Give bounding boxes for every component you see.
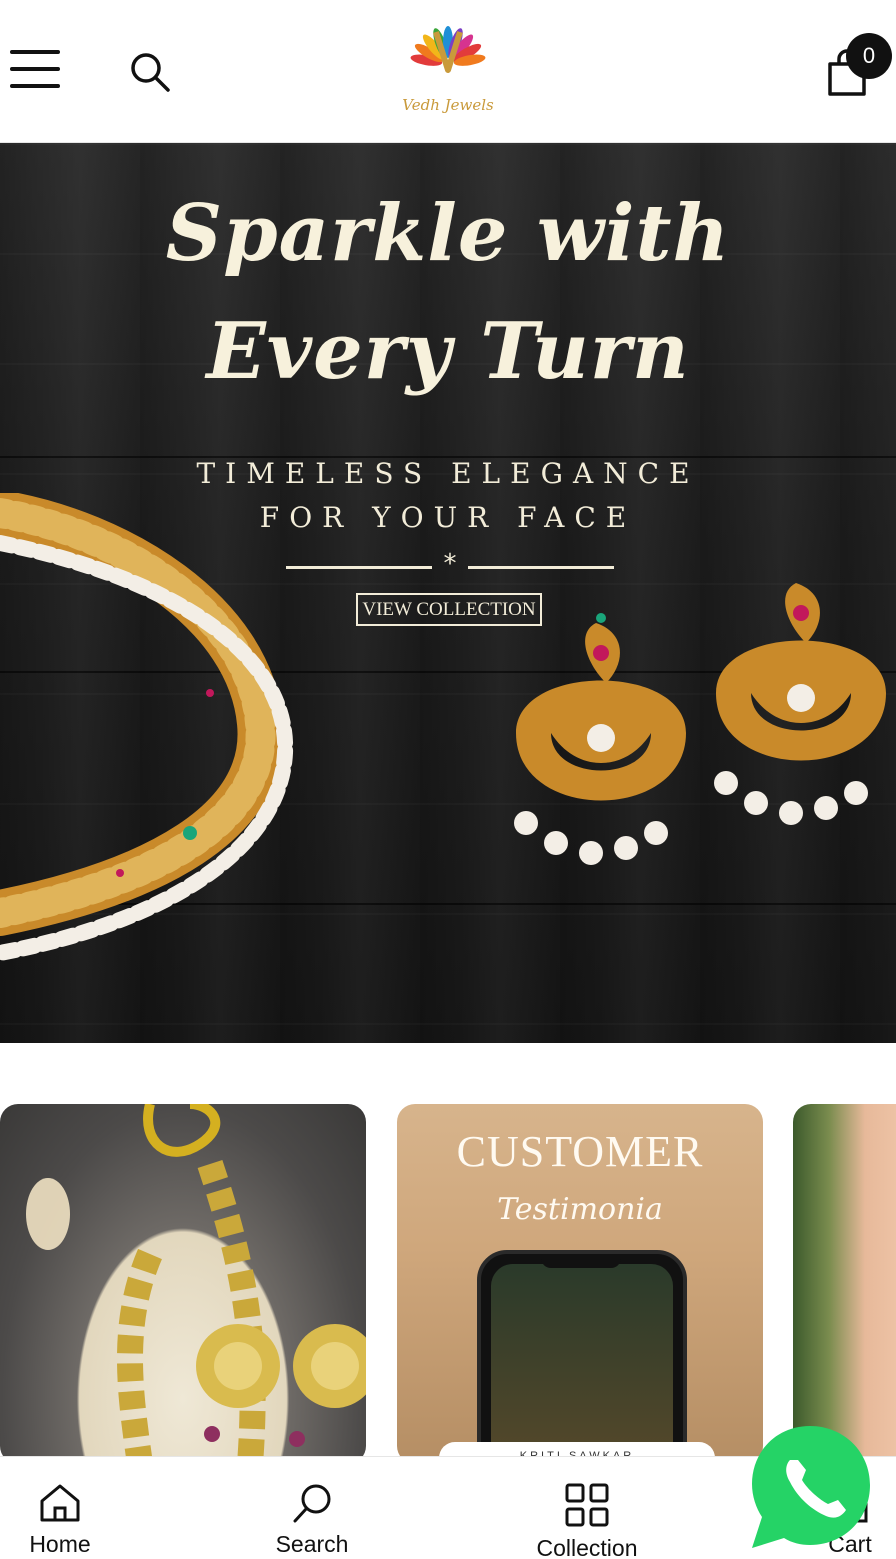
peacock-logo-icon (410, 26, 486, 73)
header-search-button[interactable] (128, 50, 172, 94)
hero-title-line-1: Sparkle with (165, 188, 731, 279)
view-collection-button[interactable]: VIEW COLLECTION (356, 593, 542, 626)
nav-item-home[interactable]: Home (0, 1457, 140, 1559)
phone-screen (491, 1264, 673, 1464)
whatsapp-chat-button[interactable] (744, 1420, 876, 1552)
hero-subtitle-line-1: TIMELESS ELEGANCE (196, 457, 700, 490)
hero-divider: * (286, 549, 614, 579)
promo-card-customer-testimonial[interactable]: CUSTOMER Testimonia KRITI SAWKAR (397, 1104, 763, 1464)
menu-bar (10, 50, 60, 54)
search-icon (293, 1484, 331, 1523)
nav-item-collection[interactable]: Collection (507, 1457, 667, 1559)
divider-line-right (468, 566, 614, 569)
testimonial-script-text: Testimonia (497, 1192, 663, 1227)
testimonial-title: CUSTOMER (456, 1127, 704, 1176)
menu-bar (10, 67, 60, 71)
earrings-image (514, 583, 886, 865)
phone-mockup (477, 1250, 687, 1464)
logo-wordmark: Vedh Jewels (402, 96, 494, 114)
divider-line-left (286, 566, 432, 569)
cart-count-badge: 0 (846, 33, 892, 79)
nav-item-search[interactable]: Search (232, 1457, 392, 1559)
site-logo[interactable]: Vedh Jewels (398, 12, 498, 130)
hero-subtitle-line-2: FOR YOUR FACE (259, 501, 637, 534)
divider-star: * (443, 549, 457, 579)
grid-icon (565, 1483, 609, 1527)
site-header: Vedh Jewels 0 (0, 0, 896, 143)
phone-notch (541, 1254, 621, 1268)
nav-label-collection: Collection (536, 1535, 638, 1559)
promo-card-jewelry-set[interactable] (0, 1104, 366, 1464)
hero-title-line-2: Every Turn (206, 306, 690, 397)
nav-label-search: Search (275, 1531, 349, 1557)
whatsapp-icon (752, 1426, 870, 1548)
hamburger-menu-button[interactable] (10, 50, 60, 92)
hero-banner[interactable]: Sparkle with Every Turn TIMELESS ELEGANC… (0, 143, 896, 1043)
promo-card-carousel: CUSTOMER Testimonia KRITI SAWKAR (0, 1104, 896, 1464)
search-icon (131, 53, 170, 92)
jewelry-set-image (26, 1104, 366, 1464)
nav-label-home: Home (29, 1531, 91, 1557)
home-icon (40, 1484, 80, 1522)
menu-bar (10, 84, 60, 88)
necklace-image (0, 493, 294, 961)
promo-card-partial[interactable] (793, 1104, 896, 1464)
